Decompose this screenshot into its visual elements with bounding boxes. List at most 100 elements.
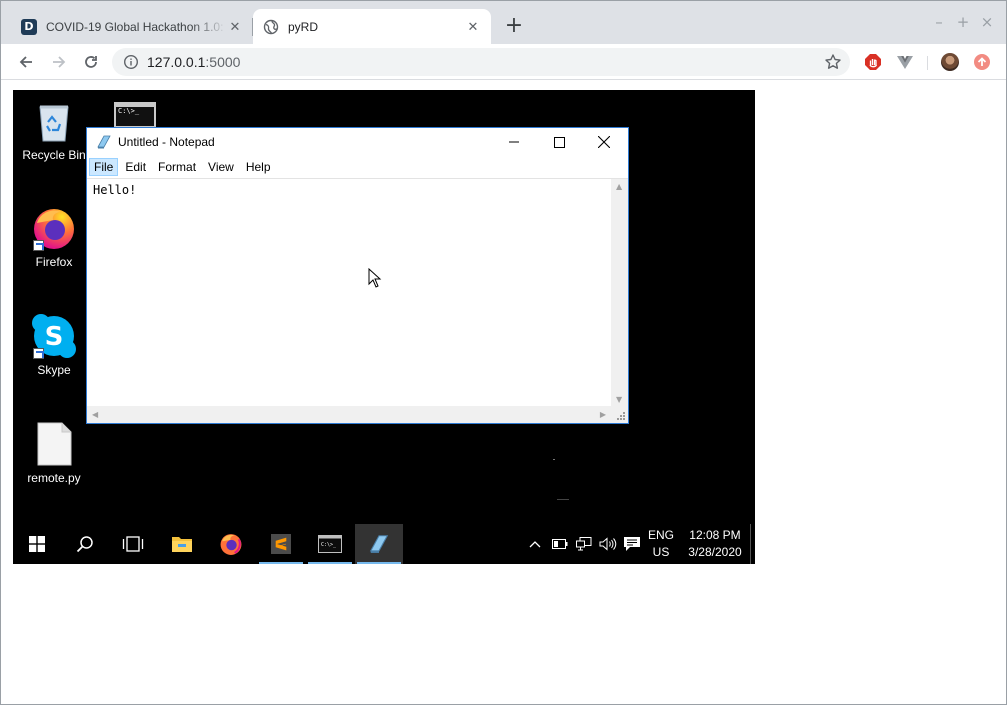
reload-button[interactable] (77, 48, 105, 76)
maximize-button[interactable]: + (956, 13, 970, 31)
close-button[interactable]: × (980, 13, 994, 31)
notepad-menu-bar: File Edit Format View Help (87, 156, 628, 178)
tab-close-icon[interactable]: ✕ (227, 19, 243, 35)
menu-format[interactable]: Format (153, 158, 201, 176)
running-indicator (259, 562, 303, 564)
tab-title: COVID-19 Global Hackathon 1.0: (46, 19, 224, 34)
notepad-window[interactable]: Untitled - Notepad File Edit Format View… (86, 127, 629, 424)
task-view-icon (122, 536, 144, 552)
horizontal-scrollbar[interactable]: ◀ ▶ (87, 406, 611, 423)
remote-desktop-view[interactable]: Recycle Bin C:\>_ Firefox S Skype remote… (13, 90, 755, 564)
taskbar-file-explorer[interactable] (158, 524, 206, 564)
new-tab-button[interactable]: + (502, 15, 526, 39)
scroll-left-icon[interactable]: ◀ (92, 410, 98, 419)
arrow-left-icon (19, 56, 32, 68)
adblock-extension-icon[interactable] (864, 53, 882, 71)
desktop-icon-skype[interactable]: S Skype (14, 313, 94, 377)
network-icon (576, 537, 592, 551)
shortcut-arrow-icon (33, 348, 44, 359)
vue-devtools-icon[interactable] (896, 53, 914, 71)
browser-toolbar: 127.0.0.1:5000 (1, 44, 1006, 80)
network-tray-button[interactable] (573, 524, 595, 564)
info-icon[interactable] (123, 54, 139, 70)
globe-icon (263, 19, 279, 35)
scroll-right-icon[interactable]: ▶ (600, 410, 606, 419)
notifications-icon (624, 537, 640, 551)
notepad-close-button[interactable] (581, 128, 627, 156)
clock[interactable]: 12:08 PM 3/28/2020 (681, 524, 749, 564)
window-controls: – + × (932, 13, 994, 31)
volume-tray-button[interactable] (597, 524, 619, 564)
desktop-icon-firefox[interactable]: Firefox (14, 205, 94, 269)
volume-icon (599, 537, 617, 551)
minimize-button[interactable]: – (932, 13, 946, 31)
upload-extension-icon[interactable] (973, 53, 991, 71)
desktop-icon-remote-py[interactable]: remote.py (14, 421, 94, 485)
menu-help[interactable]: Help (241, 158, 276, 176)
tab-pyrd[interactable]: pyRD ✕ (253, 9, 491, 44)
scroll-down-icon[interactable]: ▼ (616, 395, 622, 404)
back-button[interactable] (12, 48, 40, 76)
bookmark-star-icon[interactable] (824, 53, 842, 71)
clock-time: 12:08 PM (689, 528, 741, 542)
show-hidden-icons-button[interactable] (525, 524, 545, 564)
windows-taskbar: C:\>_ ENG US 12:08 PM 3/28/2020 (13, 524, 755, 564)
tab-close-icon[interactable]: ✕ (465, 19, 481, 35)
taskbar-command-prompt[interactable]: C:\>_ (306, 524, 354, 564)
notepad-content[interactable]: Hello! (93, 183, 136, 197)
resize-grip[interactable] (611, 406, 628, 423)
forward-button[interactable] (45, 48, 73, 76)
desktop-icon-recycle-bin[interactable]: Recycle Bin (14, 98, 94, 162)
tab-strip: D COVID-19 Global Hackathon 1.0: ✕ pyRD … (1, 1, 1006, 44)
taskbar-notepad[interactable] (355, 524, 403, 564)
notepad-maximize-button[interactable] (536, 128, 582, 156)
notepad-icon (369, 535, 389, 553)
tab-title: pyRD (288, 19, 319, 34)
firefox-icon (220, 534, 242, 555)
notepad-title-bar[interactable]: Untitled - Notepad (87, 128, 628, 156)
profile-avatar[interactable] (941, 53, 959, 71)
menu-edit[interactable]: Edit (120, 158, 151, 176)
svg-text:C:\>_: C:\>_ (321, 542, 337, 548)
battery-icon (552, 539, 568, 549)
language-indicator[interactable]: ENG US (645, 524, 677, 564)
chevron-up-icon (529, 541, 541, 548)
address-bar[interactable]: 127.0.0.1:5000 (112, 48, 850, 76)
browser-window: D COVID-19 Global Hackathon 1.0: ✕ pyRD … (0, 0, 1007, 705)
menu-view[interactable]: View (203, 158, 239, 176)
task-view-button[interactable] (109, 524, 157, 564)
sublime-text-icon (271, 534, 291, 554)
battery-tray-button[interactable] (549, 524, 571, 564)
close-icon (598, 136, 610, 148)
url-text[interactable]: 127.0.0.1:5000 (147, 54, 240, 70)
taskbar-sublime-text[interactable] (257, 524, 305, 564)
region-code: US (652, 545, 670, 559)
scroll-up-icon[interactable]: ▲ (616, 182, 622, 191)
tab-covid-hackathon[interactable]: D COVID-19 Global Hackathon 1.0: ✕ (11, 9, 253, 44)
minimize-icon (509, 141, 519, 143)
cmd-desktop-icon[interactable]: C:\>_ (114, 102, 156, 128)
notepad-minimize-button[interactable] (491, 128, 537, 156)
devpost-icon: D (21, 18, 37, 35)
toolbar-separator (927, 56, 928, 70)
show-desktop-button[interactable] (750, 524, 751, 564)
notepad-text-area[interactable]: Hello! ▲ ▼ ◀ ▶ (87, 178, 628, 423)
running-indicator (308, 562, 352, 564)
skype-icon: S (31, 313, 77, 359)
arrow-right-icon (53, 56, 66, 68)
menu-file[interactable]: File (89, 158, 119, 176)
firefox-icon (31, 205, 77, 251)
start-button[interactable] (13, 524, 61, 564)
search-icon (76, 536, 93, 553)
taskbar-firefox[interactable] (207, 524, 255, 564)
shortcut-arrow-icon (33, 240, 44, 251)
vertical-scrollbar[interactable]: ▲ ▼ (611, 179, 628, 407)
taskbar-search-button[interactable] (61, 524, 109, 564)
desktop-icon-label: remote.py (27, 471, 81, 485)
desktop-artifact (553, 459, 555, 460)
action-center-button[interactable] (620, 524, 644, 564)
notepad-title: Untitled - Notepad (118, 135, 215, 149)
running-indicator (357, 562, 401, 564)
desktop-artifact (557, 499, 569, 500)
notepad-icon (97, 135, 111, 149)
